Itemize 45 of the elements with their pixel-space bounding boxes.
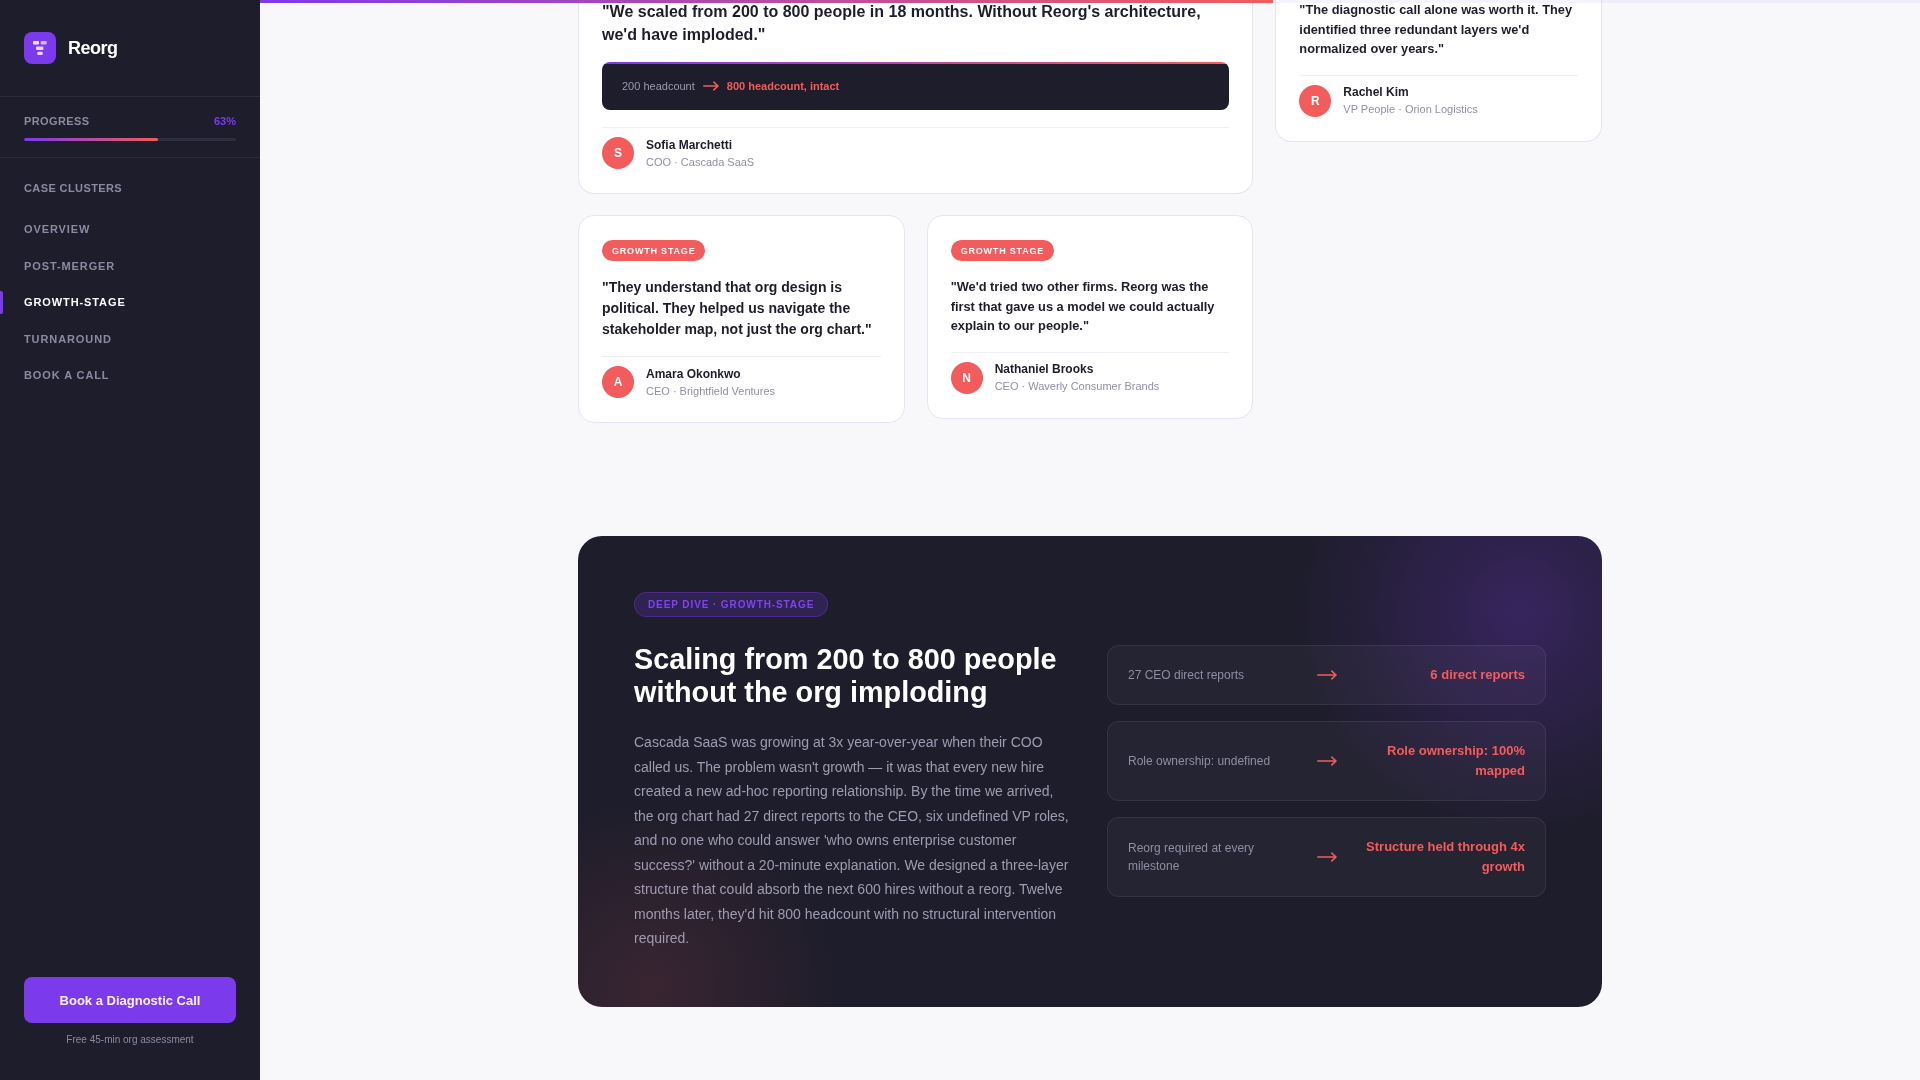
nav-link[interactable]: OVERVIEW [0,211,260,248]
author-name: Sofia Marchetti [646,137,732,153]
author-avatar: S [602,137,634,169]
arrow-right-icon [1316,670,1337,681]
author-role: VP People · Orion Logistics [1343,102,1478,116]
author-avatar: R [1299,84,1332,117]
nav-link[interactable]: POST-MERGER [0,247,260,284]
testimonial-quote: "We'd tried two other firms. Reorg was the first that gave us a model we could actually explain to our people." [950,278,1216,335]
outcome-after: 6 direct reports [1430,666,1525,685]
progress-value: 63% [213,114,236,128]
arrow-right-icon [1316,756,1337,767]
stage-tag: GROWTH STAGE [950,240,1055,261]
logo-icon [24,32,56,64]
arrow-right-icon [702,81,719,91]
testimonial-quote: "We scaled from 200 to 800 people in 18 months. Without Reorg's architecture, we'd have imploded." [602,2,1202,45]
nav-section-label: CASE CLUSTERS [24,181,123,195]
case-study-body: Cascada SaaS was growing at 3x year-over-year when their COO called us. The problem wasn't growth — it was that every new hire created a new ad-hoc reporting relationship. By the time we arrived, the org chart had 27 direct reports to the CEO, six undefined VP roles, and no one who could answer 'who owns enterprise customer success?' without a 20-minute explanation. We designed a three-layer structure that could absorb the next 600 hires without a reorg. Twelve months later, they'd hit 800 headcount with no structural intervention required. [634,733,1070,948]
nav-link[interactable]: TURNAROUND [0,320,260,357]
nav-link[interactable]: BOOK A CALL [0,357,260,394]
testimonial-quote: "The diagnostic call alone was worth it. They identified three redundant layers we'd normalized over years." [1299,1,1574,58]
arrow-right-icon [1316,852,1337,863]
stage-tag: GROWTH STAGE [602,240,706,261]
testimonial-quote: "They understand that org design is political. They helped us navigate the stakeholder map, not just the org chart." [602,278,873,339]
cta-caption: Free 45-min org assessment [66,1034,194,1046]
case-study-title: Scaling from 200 to 800 people without the org imploding [634,643,1058,709]
outcome-after: Role ownership: 100% mapped [1386,742,1525,781]
logo-text: Reorg [68,37,118,59]
author-avatar: N [950,361,983,394]
author-name: Amara Okonkwo [646,366,741,382]
author-role: CEO · Brightfield Ventures [646,383,775,398]
author-role: CEO · Waverly Consumer Brands [994,379,1160,393]
outcome-before: Reorg required at every milestone [1128,840,1256,876]
metric-after: 800 headcount, intact [726,79,840,93]
author-avatar: A [602,366,634,398]
outcome-before: Role ownership: undefined [1128,753,1271,771]
outcome-before: 27 CEO direct reports [1128,667,1245,685]
book-call-button[interactable]: Book a Diagnostic Call [24,977,236,1023]
metric-before: 200 headcount [622,79,695,93]
case-study-tag: DEEP DIVE · GROWTH-STAGE [634,592,829,617]
outcome-after: Structure held through 4x growth [1365,838,1525,877]
author-name: Nathaniel Brooks [994,362,1094,377]
progress-label: PROGRESS [24,114,90,128]
author-name: Rachel Kim [1343,85,1409,100]
nav-link[interactable]: GROWTH-STAGE [0,284,260,321]
author-role: COO · Cascada SaaS [646,154,755,169]
